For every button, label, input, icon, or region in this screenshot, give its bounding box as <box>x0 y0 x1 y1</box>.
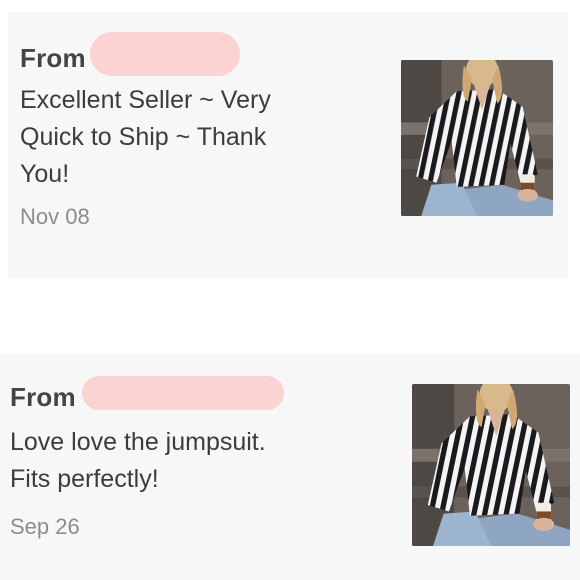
review-card[interactable]: From Excellent Seller ~ Very Quick to Sh… <box>8 12 568 278</box>
review-card[interactable]: From Love love the jumpsuit. Fits perfec… <box>0 354 580 580</box>
redacted-username <box>89 32 240 76</box>
product-photo-thumbnail[interactable] <box>401 60 553 216</box>
review-text: Love love the jumpsuit. Fits perfectly! <box>10 428 266 493</box>
reviews-page: From Excellent Seller ~ Very Quick to Sh… <box>0 0 580 580</box>
review-date: Sep 26 <box>10 514 80 539</box>
product-photo-thumbnail[interactable] <box>412 384 570 546</box>
striped-blouse-photo-icon <box>412 384 570 546</box>
redacted-username <box>81 376 284 410</box>
from-label: From <box>20 42 86 73</box>
review-text: Excellent Seller ~ Very Quick to Ship ~ … <box>20 86 271 188</box>
review-author-row: From <box>20 32 240 80</box>
striped-blouse-photo-icon <box>401 60 553 216</box>
from-label: From <box>10 381 76 412</box>
review-date: Nov 08 <box>20 204 90 229</box>
review-author-row: From <box>10 376 284 414</box>
